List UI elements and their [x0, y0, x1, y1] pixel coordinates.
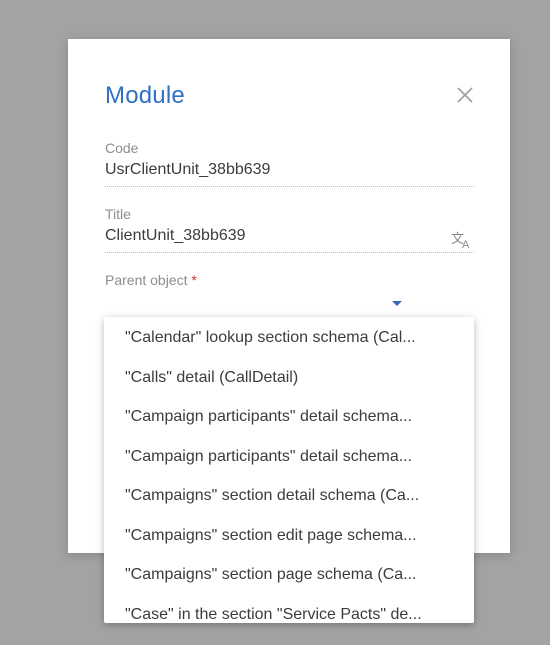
- required-mark: *: [191, 272, 197, 288]
- parent-object-dropdown: "Calendar" lookup section schema (Cal...…: [104, 317, 474, 623]
- title-input[interactable]: ClientUnit_38bb639: [105, 226, 474, 253]
- code-input[interactable]: UsrClientUnit_38bb639: [105, 160, 474, 187]
- dropdown-option[interactable]: "Campaigns" section detail schema (Ca...: [104, 475, 474, 515]
- dropdown-option[interactable]: "Campaign participants" detail schema...: [104, 396, 474, 436]
- svg-text:A: A: [462, 239, 470, 249]
- parent-object-field: Parent object *: [105, 272, 474, 288]
- dropdown-option[interactable]: "Campaigns" section page schema (Ca...: [104, 554, 474, 594]
- translate-icon[interactable]: 文 A: [451, 231, 473, 251]
- dropdown-option[interactable]: "Campaigns" section edit page schema...: [104, 515, 474, 555]
- dropdown-option[interactable]: "Calls" detail (CallDetail): [104, 357, 474, 397]
- dropdown-option[interactable]: "Campaign participants" detail schema...: [104, 436, 474, 476]
- chevron-down-icon[interactable]: [392, 301, 402, 306]
- close-icon[interactable]: [456, 86, 474, 104]
- parent-object-label: Parent object *: [105, 272, 474, 288]
- code-field: Code UsrClientUnit_38bb639: [105, 140, 474, 187]
- dropdown-option[interactable]: "Case" in the section "Service Pacts" de…: [104, 594, 474, 624]
- code-label: Code: [105, 140, 139, 156]
- title-field: Title ClientUnit_38bb639 文 A: [105, 206, 474, 253]
- parent-object-label-text: Parent object: [105, 272, 188, 288]
- dropdown-option[interactable]: "Calendar" lookup section schema (Cal...: [104, 317, 474, 357]
- dialog-title: Module: [105, 82, 185, 109]
- title-label: Title: [105, 206, 131, 222]
